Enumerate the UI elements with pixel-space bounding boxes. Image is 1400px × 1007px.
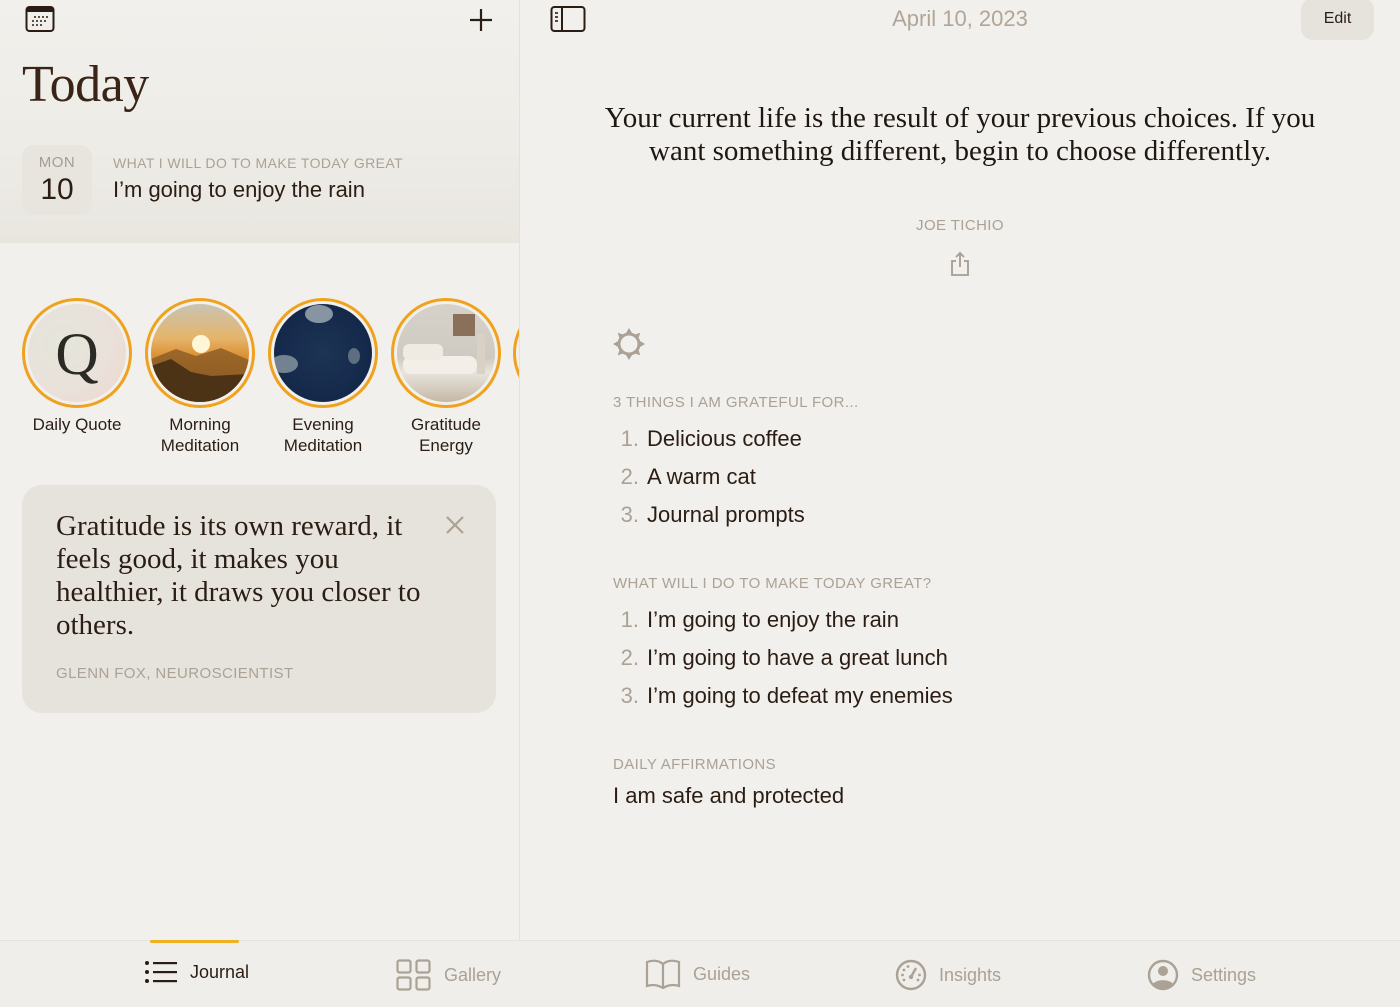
list-item[interactable]: 2. A warm cat: [613, 458, 859, 496]
daily-quote-text: Your current life is the result of your …: [604, 102, 1316, 167]
day-of-week: MON: [38, 154, 76, 171]
list-item[interactable]: 1. Delicious coffee: [613, 420, 859, 458]
calendar-icon[interactable]: [25, 5, 55, 33]
story-label: Gratitude Energy: [411, 415, 481, 455]
sofa-image: [397, 304, 495, 402]
tab-guides[interactable]: Guides: [645, 959, 750, 989]
quote-letter-icon: Q: [28, 304, 126, 402]
list-icon: [145, 961, 177, 983]
day-number: 10: [40, 173, 74, 206]
section-label: WHAT WILL I DO TO MAKE TODAY GREAT?: [613, 575, 932, 592]
intention-text[interactable]: I’m going to enjoy the rain: [113, 177, 365, 203]
entry-date: April 10, 2023: [892, 6, 1028, 31]
grateful-section: 3 THINGS I AM GRATEFUL FOR... 1. Deliciou…: [613, 394, 859, 534]
tab-insights[interactable]: Insights: [895, 959, 1001, 991]
list-item[interactable]: 2. I’m going to have a great lunch: [613, 639, 953, 677]
tab-settings[interactable]: Settings: [1147, 959, 1256, 991]
list-item[interactable]: 3. I’m going to defeat my enemies: [613, 677, 953, 715]
affirmations-section: DAILY AFFIRMATIONS I am safe and protect…: [613, 756, 844, 809]
entry-detail-pane: April 10, 2023 Edit Your current life is…: [520, 0, 1400, 940]
grateful-list: 1. Delicious coffee 2. A warm cat 3. Journa…: [613, 420, 859, 534]
list-item[interactable]: 1. I’m going to enjoy the rain: [613, 601, 953, 639]
date-badge[interactable]: MON 10: [22, 145, 92, 215]
story-carousel: Q Daily Quote Morning Meditation Evening…: [22, 298, 514, 456]
moon-image: [274, 304, 372, 402]
gauge-icon: [895, 959, 927, 991]
section-label: 3 THINGS I AM GRATEFUL FOR...: [613, 394, 859, 411]
close-icon[interactable]: [445, 515, 465, 535]
tab-bar: Journal Gallery Guides Insights Settings: [0, 940, 1400, 1007]
today-great-section: WHAT WILL I DO TO MAKE TODAY GREAT? 1. I’…: [613, 575, 953, 715]
intention-label: WHAT I WILL DO TO MAKE TODAY GREAT: [113, 155, 404, 171]
add-entry-icon[interactable]: [466, 5, 496, 35]
today-header: Today MON 10 WHAT I WILL DO TO MAKE TODA…: [0, 0, 519, 243]
affirmation-text[interactable]: I am safe and protected: [613, 783, 844, 809]
sunrise-image: [151, 304, 249, 402]
story-evening-meditation[interactable]: Evening Meditation: [268, 298, 391, 456]
story-morning-meditation[interactable]: Morning Meditation: [145, 298, 268, 456]
story-gratitude-energy[interactable]: Gratitude Energy: [391, 298, 514, 456]
edit-button[interactable]: Edit: [1301, 0, 1374, 40]
quote-card-text: Gratitude is its own reward, it feels go…: [56, 510, 421, 641]
quote-card-author: GLENN FOX, NEUROSCIENTIST: [56, 665, 294, 682]
daily-quote-author: JOE TICHIO: [916, 217, 1004, 234]
story-label: Daily Quote: [32, 415, 122, 434]
tab-gallery[interactable]: Gallery: [396, 959, 501, 991]
book-icon: [645, 959, 681, 989]
page-title: Today: [22, 56, 149, 113]
left-pane: Today MON 10 WHAT I WILL DO TO MAKE TODA…: [0, 0, 519, 940]
section-label: DAILY AFFIRMATIONS: [613, 756, 777, 773]
story-daily-quote[interactable]: Q Daily Quote: [22, 298, 145, 456]
grid-icon: [396, 959, 431, 991]
story-label: Morning Meditation: [160, 415, 240, 455]
active-tab-indicator: [150, 940, 239, 943]
share-icon[interactable]: [949, 251, 971, 277]
list-item[interactable]: 3. Journal prompts: [613, 496, 859, 534]
today-great-list: 1. I’m going to enjoy the rain 2. I’m goin…: [613, 601, 953, 715]
gratitude-quote-card: Gratitude is its own reward, it feels go…: [22, 485, 496, 713]
sun-icon: [612, 327, 646, 361]
story-label: Evening Meditation: [283, 415, 363, 455]
tab-journal[interactable]: Journal: [144, 959, 249, 985]
person-circle-icon: [1147, 959, 1179, 991]
